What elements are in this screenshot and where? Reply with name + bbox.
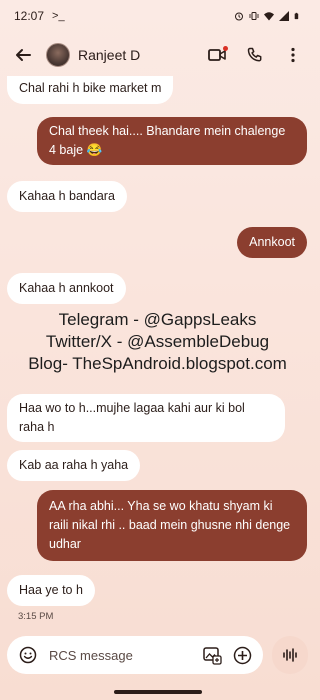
message-incoming[interactable]: Haa ye to h [7, 575, 95, 606]
gallery-button[interactable] [201, 644, 223, 666]
phone-icon [247, 47, 262, 62]
message-incoming[interactable]: Chal rahi h bike market m [7, 76, 174, 104]
voice-waveform-icon [283, 648, 297, 662]
emoji-icon [19, 646, 37, 664]
more-vert-icon [291, 47, 295, 63]
status-time: 12:07 [14, 9, 45, 23]
gallery-icon [203, 647, 222, 665]
watermark-telegram: Telegram - @GappsLeaks [58, 310, 257, 329]
watermark-twitter: Twitter/X - @AssembleDebug [45, 332, 270, 351]
gesture-nav-handle[interactable] [114, 690, 202, 694]
add-icon [233, 646, 251, 664]
message-outgoing[interactable]: Chal theek hai.... Bhandare mein chaleng… [37, 117, 307, 165]
message-outgoing[interactable]: Annkoot [237, 227, 307, 258]
contact-avatar[interactable] [46, 43, 70, 67]
watermark-blog: Blog- TheSpAndroid.blogspot.com [28, 354, 287, 373]
contact-name[interactable]: Ranjeet D [78, 47, 140, 63]
add-button[interactable] [231, 644, 253, 666]
notification-dot [223, 46, 228, 51]
voice-message-button[interactable] [272, 636, 308, 674]
message-incoming[interactable]: Kahaa h bandara [7, 181, 127, 212]
message-list[interactable]: Chal rahi h bike market m Chal theek hai… [0, 76, 315, 636]
message-outgoing[interactable]: AA rha abhi... Yha se wo khatu shyam ki … [37, 490, 307, 561]
message-incoming[interactable]: Kab aa raha h yaha [7, 450, 141, 481]
arrow-back-icon [16, 49, 31, 61]
status-bar: 12:07 >_ [0, 0, 315, 32]
terminal-prompt-icon: >_ [52, 10, 65, 22]
battery-icon [294, 12, 299, 20]
message-incoming[interactable]: Kahaa h annkoot [7, 273, 126, 304]
emoji-button[interactable] [17, 644, 39, 666]
conversation-header: Ranjeet D [0, 34, 315, 76]
status-icons [234, 11, 301, 21]
alarm-icon [235, 12, 243, 21]
header-actions [205, 43, 305, 67]
phone-call-button[interactable] [243, 43, 267, 67]
message-incoming[interactable]: Haa wo to h...mujhe lagaa kahi aur ki bo… [7, 394, 285, 442]
video-call-button[interactable] [205, 43, 229, 67]
message-input[interactable]: RCS message [49, 648, 193, 663]
vibrate-icon [249, 12, 259, 20]
back-button[interactable] [10, 42, 36, 68]
more-options-button[interactable] [281, 43, 305, 67]
message-timestamp: 3:15 PM [18, 611, 54, 622]
message-composer: RCS message [7, 636, 263, 674]
watermark-text: Telegram - @GappsLeaks Twitter/X - @Asse… [0, 309, 315, 375]
wifi-icon [264, 12, 274, 21]
signal-icon [279, 11, 289, 21]
